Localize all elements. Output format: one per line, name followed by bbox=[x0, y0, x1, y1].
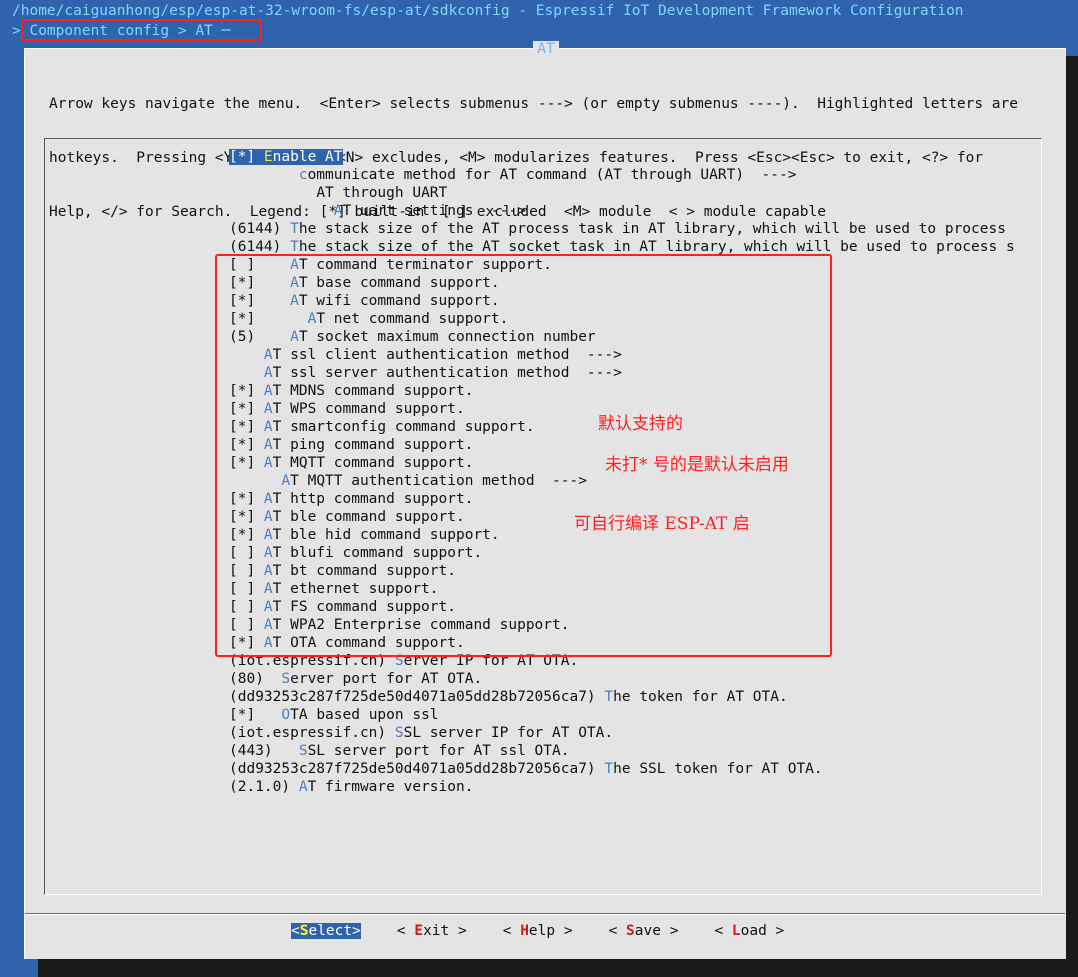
menu-item-prefix: (2.1.0) bbox=[229, 779, 299, 795]
button-load[interactable]: < Load > bbox=[714, 923, 784, 939]
button-label: xit > bbox=[423, 923, 467, 939]
menu-item-label: AT through UART bbox=[316, 185, 448, 201]
menu-item-hotkey: O bbox=[281, 707, 291, 723]
menu-item-prefix: [*] bbox=[229, 707, 282, 723]
menu-item-hotkey: S bbox=[394, 725, 404, 741]
button-hotkey: E bbox=[414, 923, 424, 939]
dialog-shadow bbox=[1066, 56, 1078, 967]
button-hotkey: L bbox=[731, 923, 741, 939]
menu-item-hotkey: S bbox=[298, 743, 308, 759]
menu-item-label: T firmware version. bbox=[307, 779, 474, 795]
menu-item-label: he SSL token for AT OTA. bbox=[613, 761, 823, 777]
menu-item-hotkey: T bbox=[604, 689, 614, 705]
menu-item[interactable]: (iot.espressif.cn) SSL server IP for AT … bbox=[229, 724, 1039, 742]
menu-item[interactable]: communicate method for AT command (AT th… bbox=[229, 166, 1039, 184]
button-prefix: < bbox=[608, 923, 627, 939]
menu-item-prefix: (iot.espressif.cn) bbox=[229, 725, 395, 741]
menu-item-text[interactable]: [*] OTA based upon ssl bbox=[229, 707, 439, 723]
button-help[interactable]: < Help > bbox=[503, 923, 573, 939]
menu-item-prefix: (6144) bbox=[229, 221, 291, 237]
button-label: elp > bbox=[528, 923, 573, 939]
button-select[interactable]: <Select> bbox=[291, 923, 361, 939]
menu-item-text[interactable]: (dd93253c287f725de50d4071a05dd28b72056ca… bbox=[229, 689, 788, 705]
button-bar: <Select> < Exit > < Help > < Save > < Load > bbox=[291, 922, 820, 940]
menu-item-label: ommunicate method for AT command (AT thr… bbox=[307, 167, 797, 183]
menu-item-hotkey: A bbox=[333, 203, 343, 219]
menu-item-label: erver port for AT OTA. bbox=[290, 671, 483, 687]
menu-item-text[interactable]: (2.1.0) AT firmware version. bbox=[229, 779, 473, 795]
menu-item-hotkey: T bbox=[290, 221, 299, 237]
menuconfig-dialog: AT Arrow keys navigate the menu. <Enter>… bbox=[24, 41, 1066, 959]
menu-item-prefix: (80) bbox=[229, 671, 282, 687]
menu-item-text[interactable]: communicate method for AT command (AT th… bbox=[229, 167, 797, 183]
annotation-text: 默认支持的 bbox=[598, 414, 683, 434]
menu-item-label: T uart settings ---> bbox=[342, 203, 526, 219]
help-line: Arrow keys navigate the menu. <Enter> se… bbox=[49, 96, 1019, 112]
menu-item-text[interactable]: (iot.espressif.cn) SSL server IP for AT … bbox=[229, 725, 613, 741]
menu-item-prefix: (6144) bbox=[229, 239, 291, 255]
button-save[interactable]: < Save > bbox=[609, 923, 679, 939]
menu-item-hotkey: T bbox=[290, 239, 299, 255]
menu-item-text[interactable]: (6144) The stack size of the AT process … bbox=[229, 221, 1006, 237]
menu-item-label: nable AT bbox=[272, 149, 343, 165]
menu-item-label: he token for AT OTA. bbox=[613, 689, 788, 705]
menu-item-hotkey: S bbox=[281, 671, 291, 687]
button-hotkey: H bbox=[520, 923, 529, 939]
menu-item-text[interactable]: (443) SSL server port for AT ssl OTA. bbox=[229, 743, 569, 759]
button-exit[interactable]: < Exit > bbox=[397, 923, 467, 939]
button-prefix: < bbox=[396, 923, 415, 939]
button-label: ave > bbox=[634, 923, 679, 939]
menu-item-hotkey: T bbox=[604, 761, 614, 777]
menu-item-hotkey: E bbox=[263, 149, 273, 165]
menu-item-label: TA based upon ssl bbox=[290, 707, 439, 723]
menu-item-prefix bbox=[229, 203, 334, 219]
menu-item-label: SL server port for AT ssl OTA. bbox=[307, 743, 570, 759]
button-label: oad > bbox=[740, 923, 785, 939]
menu-item[interactable]: (dd93253c287f725de50d4071a05dd28b72056ca… bbox=[229, 688, 1039, 706]
breadcrumb-highlight-box bbox=[21, 19, 262, 41]
menu-item-text[interactable]: AT through UART bbox=[229, 185, 447, 201]
menu-item-prefix: [*] bbox=[229, 149, 264, 165]
dialog-shadow bbox=[38, 959, 1078, 977]
menu-item[interactable]: (6144) The stack size of the AT process … bbox=[229, 220, 1039, 238]
menu-item-text[interactable]: AT uart settings ---> bbox=[229, 203, 526, 219]
menu-item-label: he stack size of the AT socket task in A… bbox=[298, 239, 1015, 255]
menu-item-prefix: (dd93253c287f725de50d4071a05dd28b72056ca… bbox=[229, 761, 605, 777]
button-hotkey: S bbox=[626, 923, 635, 939]
menu-item[interactable]: (dd93253c287f725de50d4071a05dd28b72056ca… bbox=[229, 760, 1039, 778]
menu-item-text[interactable]: (dd93253c287f725de50d4071a05dd28b72056ca… bbox=[229, 761, 823, 777]
menu-item-text[interactable]: (6144) The stack size of the AT socket t… bbox=[229, 239, 1015, 255]
button-prefix: < bbox=[714, 923, 732, 939]
menu-item-prefix: (dd93253c287f725de50d4071a05dd28b72056ca… bbox=[229, 689, 605, 705]
button-label: elect> bbox=[308, 923, 361, 939]
menu-item-hotkey: A bbox=[298, 779, 308, 795]
menu-item[interactable]: (80) Server port for AT OTA. bbox=[229, 670, 1039, 688]
menu-item-hotkey: c bbox=[298, 167, 308, 183]
button-prefix: < bbox=[291, 923, 300, 939]
annotation-text: 未打* 号的是默认未启用 bbox=[605, 455, 789, 475]
menu-item-label: SL server IP for AT OTA. bbox=[403, 725, 614, 741]
menu-item[interactable]: (443) SSL server port for AT ssl OTA. bbox=[229, 742, 1039, 760]
menu-item-label: he stack size of the AT process task in … bbox=[298, 221, 1006, 237]
menu-item[interactable]: [*] Enable AT bbox=[229, 148, 1039, 166]
annotation-text: 可自行编译 ESP-AT 启 bbox=[574, 514, 750, 534]
menu-item[interactable]: AT uart settings ---> bbox=[229, 202, 1039, 220]
menu-item-text[interactable]: (80) Server port for AT OTA. bbox=[229, 671, 482, 687]
dialog-title: AT bbox=[25, 41, 1067, 57]
menu-item[interactable]: [*] OTA based upon ssl bbox=[229, 706, 1039, 724]
menu-item[interactable]: (2.1.0) AT firmware version. bbox=[229, 778, 1039, 796]
menu-item-text[interactable]: [*] Enable AT bbox=[229, 149, 343, 165]
menu-item-prefix: (443) bbox=[229, 743, 299, 759]
menu-item-prefix bbox=[229, 167, 299, 183]
button-prefix: < bbox=[502, 923, 521, 939]
menu-item-prefix bbox=[229, 185, 316, 201]
menu-item[interactable]: AT through UART bbox=[229, 184, 1039, 202]
button-bar-divider bbox=[25, 913, 1065, 915]
